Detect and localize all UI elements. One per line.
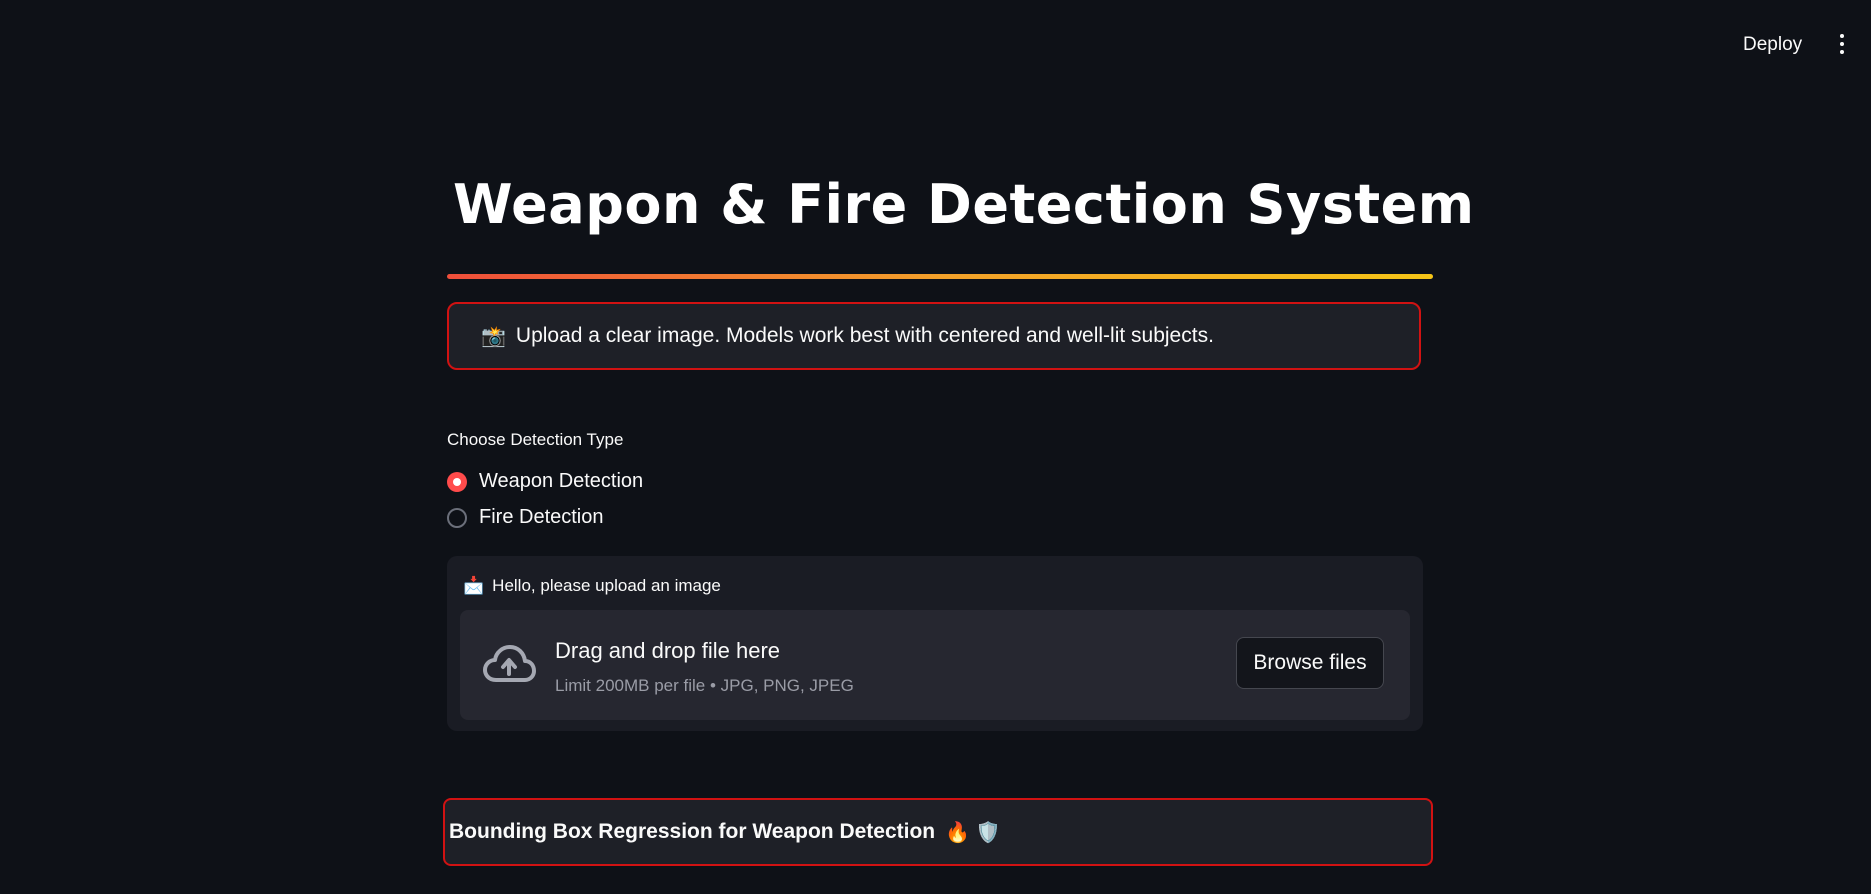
file-uploader: 📩 Hello, please upload an image Drag and…	[447, 556, 1423, 731]
browse-files-button[interactable]: Browse files	[1236, 637, 1384, 689]
radio-unselected-icon[interactable]	[447, 507, 467, 528]
page-title: Weapon & Fire Detection System	[453, 173, 1475, 236]
uploader-label: 📩 Hello, please upload an image	[463, 576, 721, 596]
fire-shield-icon: 🔥 🛡️	[945, 821, 1001, 844]
radio-label: Weapon Detection	[479, 470, 644, 492]
more-vertical-icon[interactable]	[1832, 34, 1852, 58]
camera-icon: 📸	[481, 325, 506, 348]
title-divider	[447, 274, 1433, 279]
radio-label: Fire Detection	[479, 506, 604, 528]
info-banner-text: Upload a clear image. Models work best w…	[515, 324, 1214, 347]
section-heading-banner: Bounding Box Regression for Weapon Detec…	[443, 798, 1433, 866]
dropzone[interactable]: Drag and drop file here Limit 200MB per …	[460, 610, 1410, 720]
app: Deploy Weapon & Fire Detection System 📸 …	[0, 0, 1871, 894]
detection-type-label: Choose Detection Type	[447, 430, 624, 449]
deploy-button[interactable]: Deploy	[1743, 34, 1802, 56]
uploader-label-text: Hello, please upload an image	[492, 576, 721, 595]
cloud-upload-icon	[483, 645, 536, 682]
radio-weapon-detection[interactable]: Weapon Detection	[447, 470, 643, 493]
radio-fire-detection[interactable]: Fire Detection	[447, 506, 604, 529]
inbox-icon: 📩	[463, 576, 485, 595]
radio-selected-icon[interactable]	[447, 471, 467, 492]
info-banner: 📸 Upload a clear image. Models work best…	[447, 302, 1421, 370]
header: Deploy	[0, 0, 1871, 90]
dropzone-limit: Limit 200MB per file • JPG, PNG, JPEG	[555, 676, 854, 695]
dropzone-title: Drag and drop file here	[555, 638, 781, 663]
section-heading: Bounding Box Regression for Weapon Detec…	[449, 820, 936, 843]
